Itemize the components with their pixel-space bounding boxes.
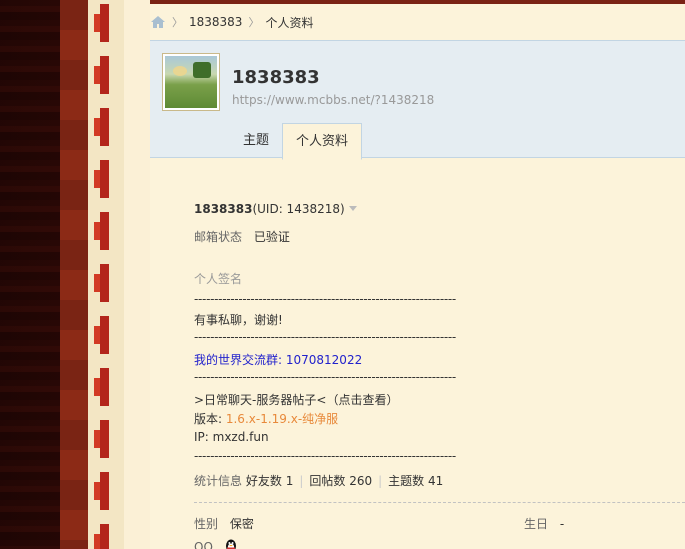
email-value: 已验证: [253, 230, 290, 244]
gender-label: 性别: [194, 517, 219, 531]
qq-label: QQ: [194, 540, 213, 549]
profile-url[interactable]: https://www.mcbbs.net/?1438218: [232, 93, 434, 107]
signature-line: 有事私聊，谢谢!: [194, 313, 283, 327]
signature-divider: ----------------------------------------…: [194, 370, 456, 384]
profile-name: 1838383: [232, 67, 320, 88]
version-label: 版本:: [194, 412, 226, 426]
border-ornament: [94, 108, 116, 146]
border-ornament: [94, 264, 116, 302]
background-stripe: [124, 0, 150, 549]
version-value: 1.6.x-1.19.x-纯净服: [225, 412, 339, 426]
border-ornament: [94, 368, 116, 406]
chevron-down-icon[interactable]: [348, 206, 357, 211]
gender-row: 性别 保密: [194, 515, 254, 532]
signature-divider: ----------------------------------------…: [194, 449, 456, 463]
breadcrumb-current[interactable]: 个人资料: [265, 14, 313, 31]
profile-tabs: 主题 个人资料: [230, 123, 363, 160]
signature-group-number: 1070812022: [285, 353, 363, 367]
stats-row: 统计信息 好友数 1 | 回帖数 260 | 主题数 41: [194, 474, 444, 488]
signature-version: 版本: 1.6.x-1.19.x-纯净服: [194, 410, 338, 427]
replies-count[interactable]: 回帖数 260: [309, 474, 372, 488]
email-row: 邮箱状态 已验证: [194, 228, 290, 245]
border-ornament: [94, 420, 116, 458]
signature-divider: ----------------------------------------…: [194, 330, 456, 344]
border-ornament: [94, 4, 116, 42]
stats-label: 统计信息: [194, 474, 243, 488]
signature-group-label: 我的世界交流群:: [194, 353, 286, 367]
breadcrumb-separator: 〉: [248, 16, 260, 29]
signature-ip: IP: mxzd.fun: [194, 430, 269, 444]
email-label: 邮箱状态: [194, 230, 243, 244]
background-band: [60, 0, 90, 549]
birthday-label: 生日: [524, 517, 549, 531]
threads-count[interactable]: 主题数 41: [388, 474, 443, 488]
gender-value: 保密: [229, 517, 254, 531]
border-ornament: [94, 524, 116, 549]
background-texture: [0, 0, 60, 549]
signature-label: 个人签名: [194, 272, 243, 286]
tab-threads[interactable]: 主题: [230, 123, 282, 159]
avatar[interactable]: [162, 53, 220, 111]
breadcrumb-separator: 〉: [172, 16, 183, 29]
avatar-image: [165, 56, 217, 108]
birthday-value: -: [559, 517, 565, 531]
birthday-row: 生日 -: [524, 515, 564, 532]
home-icon[interactable]: [150, 15, 166, 29]
tab-profile[interactable]: 个人资料: [282, 123, 363, 160]
breadcrumb: 〉 1838383 〉 个人资料: [150, 10, 313, 34]
border-ornament: [94, 472, 116, 510]
profile-header: 1838383 https://www.mcbbs.net/?1438218 主…: [150, 40, 685, 160]
uid: (UID: 1438218): [252, 202, 345, 216]
breadcrumb-user[interactable]: 1838383: [189, 15, 242, 29]
border-ornament: [94, 160, 116, 198]
qq-penguin-icon[interactable]: [223, 538, 239, 549]
qq-row: QQ: [194, 538, 239, 549]
username: 1838383: [194, 202, 253, 216]
profile-page: 〉 1838383 〉 个人资料 1838383 https://www.mcb…: [150, 4, 685, 549]
username-row: 1838383(UID: 1438218): [194, 202, 357, 216]
section-divider: [194, 502, 685, 503]
signature-divider: ----------------------------------------…: [194, 292, 456, 306]
border-ornament: [94, 316, 116, 354]
signature-link[interactable]: >日常聊天-服务器帖子<（点击查看）: [194, 391, 398, 408]
signature-group[interactable]: 我的世界交流群: 1070812022: [194, 351, 362, 368]
friends-count[interactable]: 好友数 1: [246, 474, 293, 488]
border-ornament: [94, 212, 116, 250]
border-ornament: [94, 56, 116, 94]
